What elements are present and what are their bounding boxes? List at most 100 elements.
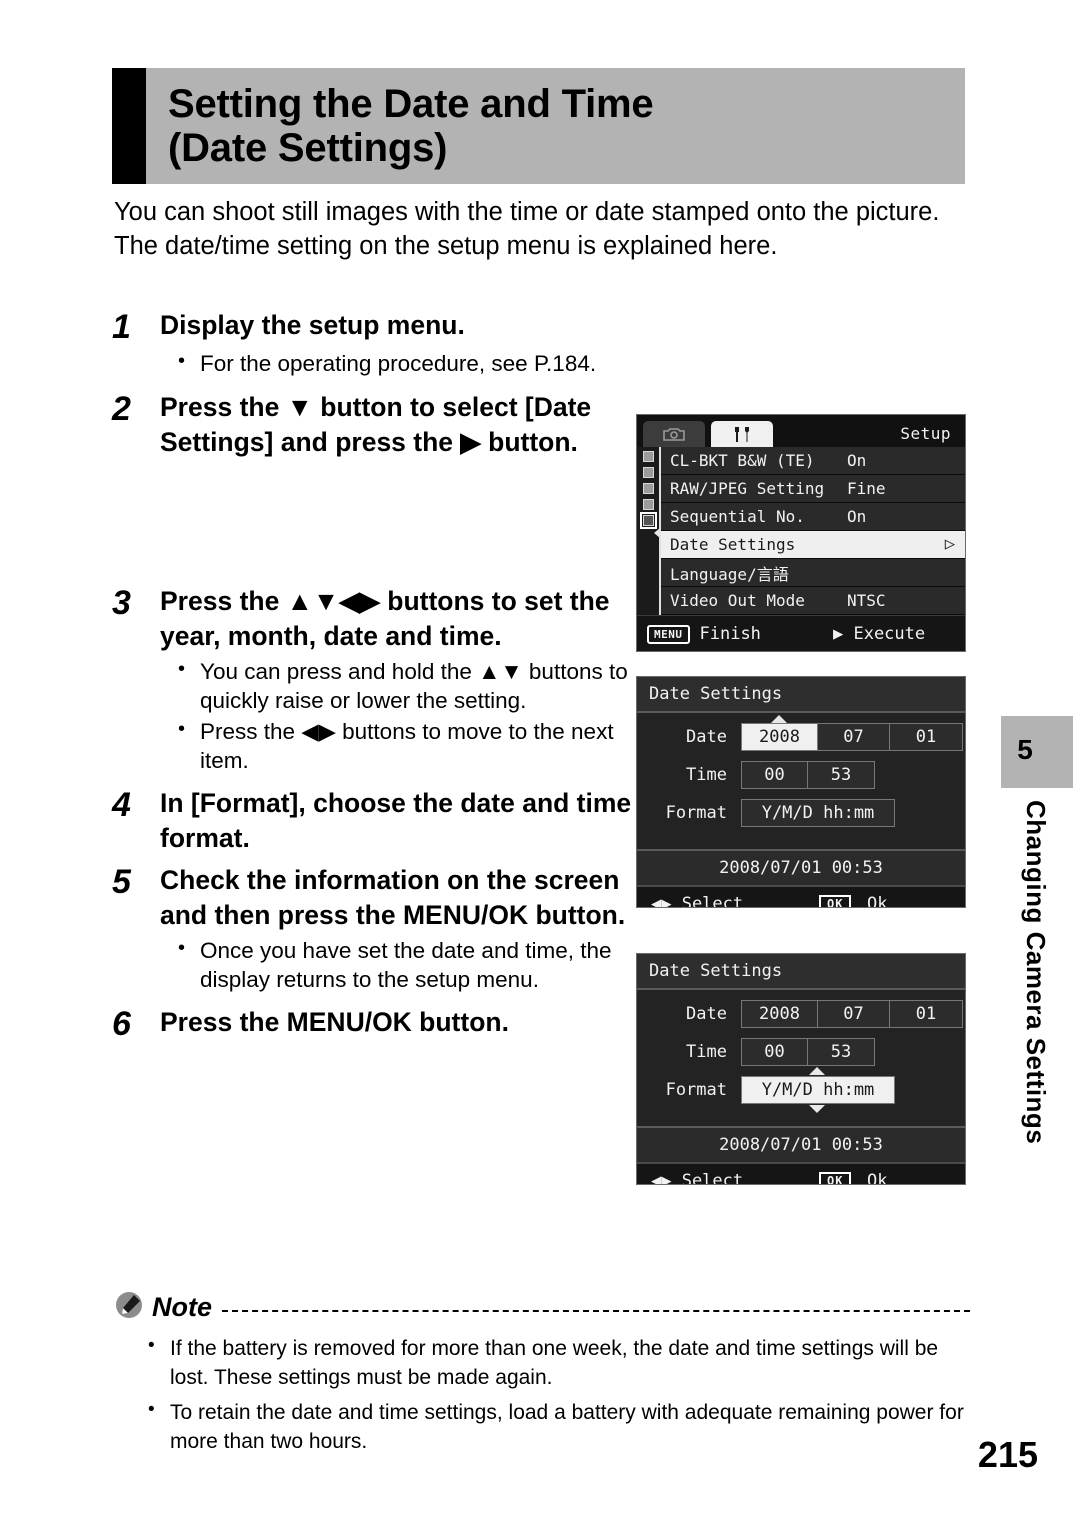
intro-paragraph-2: The date/time setting on the setup menu … bbox=[114, 231, 778, 260]
page-title-line-2: (Date Settings) bbox=[168, 126, 448, 170]
lcd-menu-footer: MENU Finish ▶ Execute bbox=[637, 615, 965, 651]
rail-dot bbox=[642, 451, 654, 462]
menu-key-badge: MENU bbox=[647, 624, 690, 644]
date-settings-body: Date 2008 07 01 Time 00 53 Format Y/M/D … bbox=[637, 990, 965, 1126]
date-year-cell[interactable]: 2008 bbox=[742, 724, 818, 750]
format-row: Format Y/M/D hh:mm bbox=[637, 1067, 965, 1113]
menu-row-label: RAW/JPEG Setting bbox=[670, 479, 825, 498]
menu-row-label: Video Out Mode bbox=[670, 591, 805, 610]
time-label: Time bbox=[686, 765, 727, 785]
time-hour-cell[interactable]: 00 bbox=[742, 762, 808, 788]
date-settings-summary: 2008/07/01 00:53 bbox=[637, 849, 965, 885]
intro-text: You can shoot still images with the time… bbox=[114, 196, 964, 264]
chapter-number: 5 bbox=[1017, 734, 1033, 765]
format-label: Format bbox=[665, 803, 727, 823]
step-6-text: Press the MENU/OK button. bbox=[160, 1007, 509, 1038]
ok-key-badge: OK bbox=[819, 895, 852, 907]
note-header: Note bbox=[114, 1290, 970, 1325]
step-4-text: In [Format], choose the date and time fo… bbox=[160, 787, 632, 853]
caret-up-icon bbox=[771, 715, 787, 723]
step-1-number: 1 bbox=[112, 308, 131, 346]
ok-hint-label: Ok bbox=[867, 1171, 888, 1185]
menu-row-value: NTSC bbox=[847, 591, 886, 610]
time-hour-cell[interactable]: 00 bbox=[742, 1039, 808, 1065]
step-3-text: Press the ▲▼◀▶ buttons to set the year, … bbox=[160, 586, 610, 652]
list-item: Press the ◀▶ buttons to move to the next… bbox=[174, 717, 632, 776]
date-row: Date 2008 07 01 bbox=[637, 715, 965, 753]
menu-row-date-settings[interactable]: Date Settings ▷ bbox=[661, 531, 965, 559]
menu-row-video-out-mode[interactable]: Video Out Mode NTSC bbox=[661, 587, 965, 615]
time-cells: 00 53 bbox=[741, 761, 875, 789]
date-month-cell[interactable]: 07 bbox=[818, 1001, 890, 1027]
date-year-cell[interactable]: 2008 bbox=[742, 1001, 818, 1027]
lcd-tab-bar: Setup bbox=[637, 415, 965, 447]
rail-dot bbox=[642, 499, 654, 510]
list-item: Once you have set the date and time, the… bbox=[174, 936, 632, 995]
date-settings-title: Date Settings bbox=[637, 677, 965, 713]
step-3-bullets: You can press and hold the ▲▼ buttons to… bbox=[174, 657, 632, 776]
page-header: Setting the Date and Time (Date Settings… bbox=[112, 68, 965, 184]
intro-paragraph-1: You can shoot still images with the time… bbox=[114, 198, 940, 226]
note-icon bbox=[114, 1290, 144, 1325]
date-row: Date 2008 07 01 bbox=[637, 998, 965, 1030]
date-settings-summary: 2008/07/01 00:53 bbox=[637, 1126, 965, 1162]
step-4: 4 In [Format], choose the date and time … bbox=[112, 786, 632, 856]
ok-hint-label: Ok bbox=[867, 894, 888, 908]
menu-row-cl-bkt[interactable]: CL-BKT B&W (TE) On bbox=[661, 447, 965, 475]
chapter-number-tab: 5 bbox=[1001, 716, 1073, 788]
page-title-line-1: Setting the Date and Time bbox=[168, 82, 654, 126]
date-cells: 2008 07 01 bbox=[741, 723, 963, 751]
time-minute-cell[interactable]: 53 bbox=[808, 762, 874, 788]
format-value-cell[interactable]: Y/M/D hh:mm bbox=[742, 1077, 894, 1103]
step-4-number: 4 bbox=[112, 785, 131, 824]
format-cells: Y/M/D hh:mm bbox=[741, 799, 895, 827]
steps-list: 1 Display the setup menu. For the operat… bbox=[112, 308, 632, 1045]
menu-row-label: Language/言語 bbox=[670, 564, 789, 584]
layout-spacer bbox=[112, 462, 632, 584]
menu-row-language[interactable]: Language/言語 bbox=[661, 559, 965, 587]
menu-page-indicator-rail bbox=[637, 447, 660, 615]
page-title: Setting the Date and Time (Date Settings… bbox=[146, 68, 965, 184]
date-settings-title: Date Settings bbox=[637, 954, 965, 990]
step-1: 1 Display the setup menu. bbox=[112, 308, 632, 346]
step-2: 2 Press the ▼ button to select [Date Set… bbox=[112, 390, 632, 460]
camera-screenshot-date-settings-year: Date Settings Date 2008 07 01 Time 00 53… bbox=[636, 676, 966, 908]
note-divider bbox=[222, 1309, 970, 1312]
menu-row-label: Sequential No. bbox=[670, 507, 805, 526]
date-cells: 2008 07 01 bbox=[741, 1000, 963, 1028]
step-5: 5 Check the information on the screen an… bbox=[112, 863, 632, 933]
step-2-number: 2 bbox=[112, 390, 131, 429]
rail-caret-icon bbox=[654, 528, 660, 538]
date-settings-footer: ◀▶ Select OK Ok bbox=[637, 1162, 965, 1185]
step-6-number: 6 bbox=[112, 1005, 131, 1044]
menu-row-sequential-no[interactable]: Sequential No. On bbox=[661, 503, 965, 531]
lcd-menu-body: CL-BKT B&W (TE) On RAW/JPEG Setting Fine… bbox=[637, 447, 965, 615]
menu-rows: CL-BKT B&W (TE) On RAW/JPEG Setting Fine… bbox=[659, 447, 965, 615]
camera-screenshot-setup-menu: Setup CL-BKT B&W (TE) On RAW/JPEG Settin… bbox=[636, 414, 966, 652]
format-value-cell[interactable]: Y/M/D hh:mm bbox=[742, 800, 894, 826]
tab-setup[interactable] bbox=[711, 421, 773, 447]
date-label: Date bbox=[686, 1004, 727, 1024]
date-day-cell[interactable]: 01 bbox=[890, 1001, 962, 1027]
header-accent-bar bbox=[112, 68, 146, 184]
tab-shooting[interactable] bbox=[643, 421, 705, 447]
date-day-cell[interactable]: 01 bbox=[890, 724, 962, 750]
date-label: Date bbox=[686, 727, 727, 747]
select-hint-label: ◀▶ Select bbox=[651, 894, 744, 908]
format-row: Format Y/M/D hh:mm bbox=[637, 797, 965, 829]
time-minute-cell[interactable]: 53 bbox=[808, 1039, 874, 1065]
time-row: Time 00 53 bbox=[637, 759, 965, 791]
step-1-text: Display the setup menu. bbox=[160, 310, 465, 340]
list-item: If the battery is removed for more than … bbox=[144, 1333, 970, 1393]
camera-icon bbox=[663, 427, 685, 442]
step-5-text: Check the information on the screen and … bbox=[160, 865, 626, 931]
lcd-screen-label: Setup bbox=[900, 424, 951, 443]
menu-row-raw-jpeg[interactable]: RAW/JPEG Setting Fine bbox=[661, 475, 965, 503]
step-3: 3 Press the ▲▼◀▶ buttons to set the year… bbox=[112, 584, 632, 654]
execute-label: ▶ Execute bbox=[833, 624, 926, 644]
date-month-cell[interactable]: 07 bbox=[818, 724, 890, 750]
menu-row-value: On bbox=[847, 451, 867, 470]
step-6: 6 Press the MENU/OK button. bbox=[112, 1005, 632, 1043]
chapter-title-vertical: Changing Camera Settings bbox=[1021, 800, 1051, 1145]
caret-up-icon bbox=[809, 1067, 825, 1075]
